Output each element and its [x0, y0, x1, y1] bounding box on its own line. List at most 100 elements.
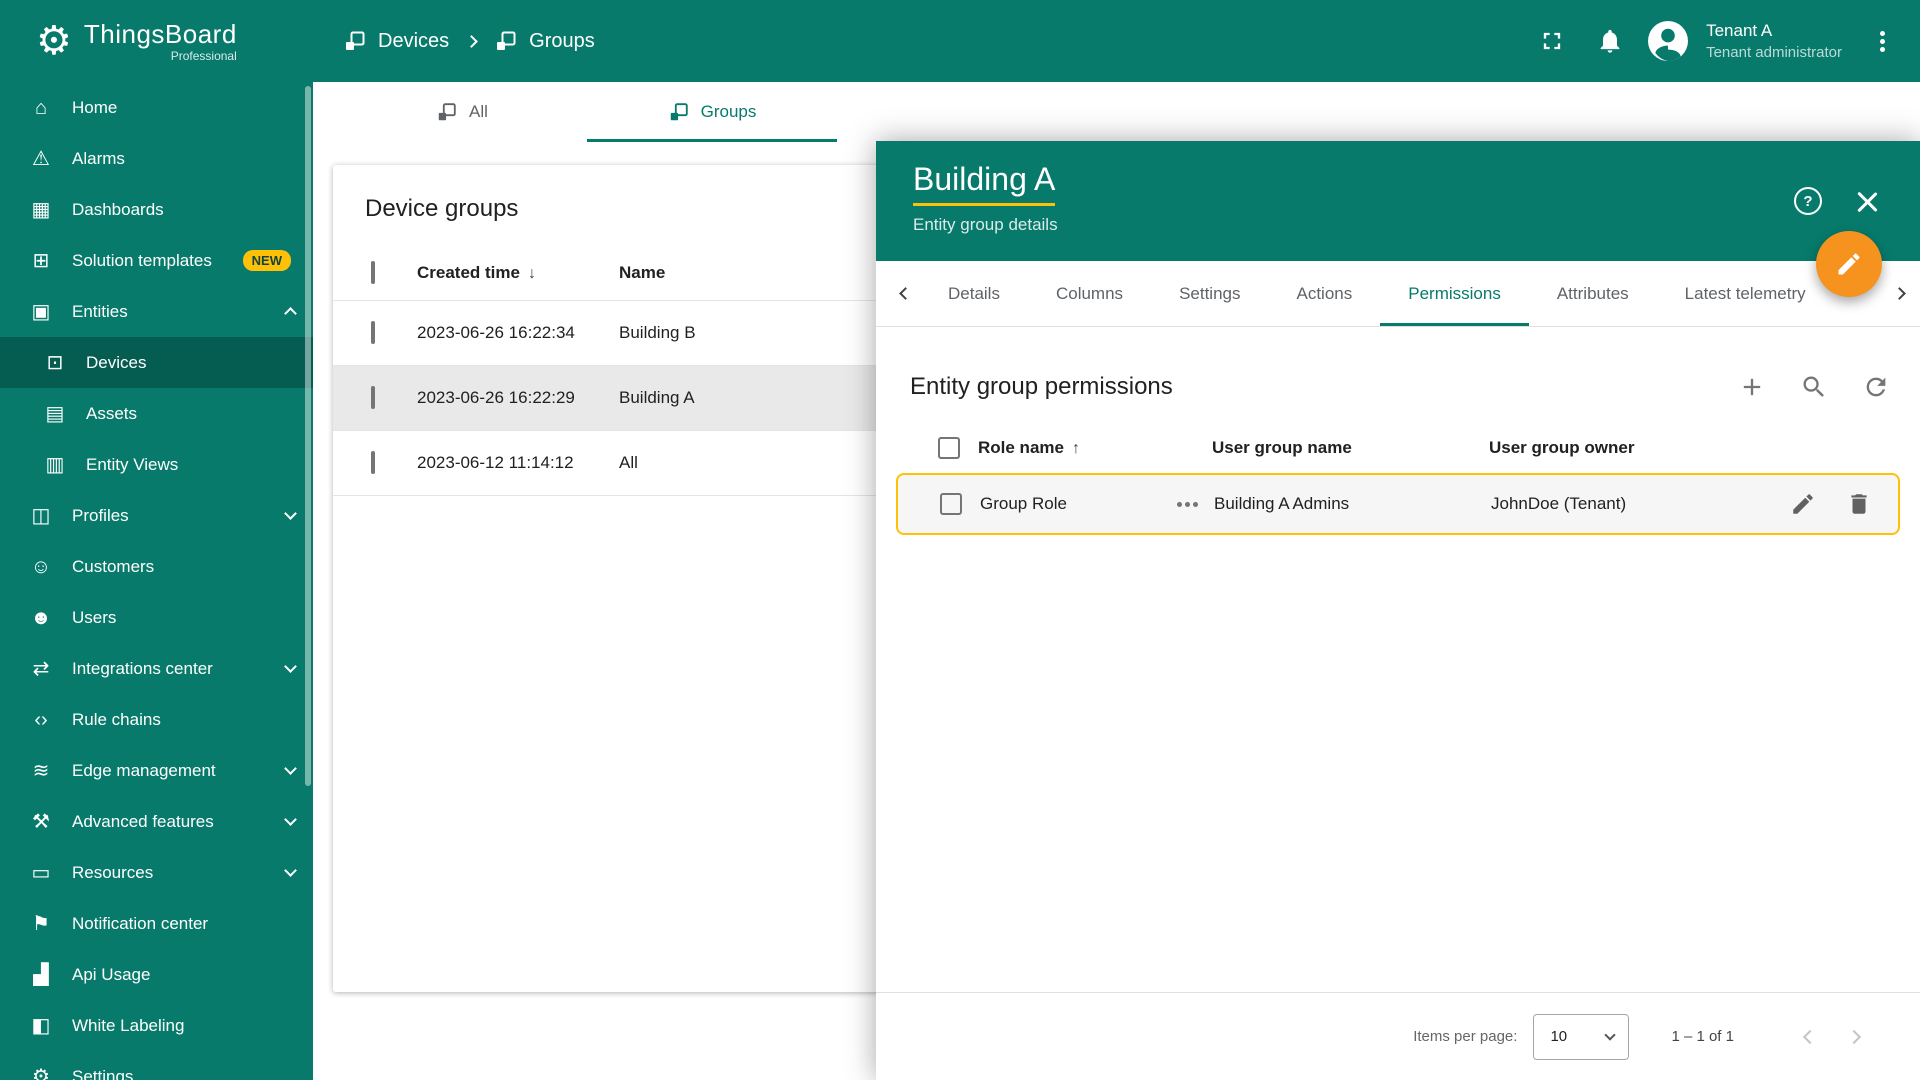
- permission-row[interactable]: Group Role Building A Admins JohnDoe (Te…: [896, 473, 1900, 535]
- sort-asc-icon: ↑: [1071, 440, 1080, 457]
- tab-settings[interactable]: Settings: [1151, 261, 1268, 326]
- thingsboard-logo-icon: ⚙: [36, 19, 72, 63]
- chevron-left-icon: [1802, 1029, 1818, 1044]
- devices-icon: ⊡: [46, 351, 64, 374]
- sidebar-item-edge-management[interactable]: ≋ Edge management: [0, 745, 313, 796]
- select-all-checkbox[interactable]: [938, 437, 960, 459]
- trash-icon: [1846, 491, 1872, 517]
- tabs-scroll-right-button[interactable]: [1884, 261, 1914, 326]
- home-icon: ⌂: [34, 96, 48, 119]
- delete-row-button[interactable]: [1846, 491, 1872, 517]
- sidebar-item-label: Integrations center: [72, 658, 213, 678]
- row-checkbox[interactable]: [371, 386, 375, 409]
- breadcrumb-devices[interactable]: Devices: [343, 29, 449, 53]
- sidebar-item-alarms[interactable]: ⚠ Alarms: [0, 133, 313, 184]
- alarms-icon: ⚠: [32, 147, 50, 170]
- row-checkbox[interactable]: [371, 321, 375, 344]
- chevron-down-icon: [284, 507, 297, 520]
- sidebar-item-solution-templates[interactable]: ⊞ Solution templates NEW: [0, 235, 313, 286]
- sidebar-item-integrations-center[interactable]: ⇄ Integrations center: [0, 643, 313, 694]
- row-checkbox[interactable]: [371, 451, 375, 474]
- sidebar-item-label: Home: [72, 97, 118, 117]
- device-group-icon: [668, 101, 690, 123]
- sidebar-item-label: Edge management: [72, 760, 216, 780]
- tenant-role: Tenant administrator: [1706, 44, 1842, 61]
- pencil-icon: [1835, 250, 1863, 278]
- select-all-checkbox[interactable]: [371, 260, 375, 284]
- tab-all[interactable]: All: [337, 82, 587, 142]
- thingsboard-logo[interactable]: ⚙ ThingsBoard Professional: [0, 0, 313, 82]
- user-avatar[interactable]: [1644, 17, 1692, 65]
- tab-columns[interactable]: Columns: [1028, 261, 1151, 326]
- sidebar-item-dashboards[interactable]: ▦ Dashboards: [0, 184, 313, 235]
- sidebar-item-label: Dashboards: [72, 199, 164, 219]
- settings-icon: ⚙: [32, 1065, 50, 1080]
- white-labeling-icon: ◧: [31, 1014, 51, 1037]
- tab-label: All: [469, 102, 488, 121]
- add-permission-button[interactable]: [1738, 373, 1766, 401]
- row-checkbox[interactable]: [940, 493, 962, 515]
- sidebar-item-label: Assets: [86, 403, 138, 423]
- fullscreen-button[interactable]: [1528, 17, 1576, 65]
- sidebar-item-rule-chains[interactable]: ‹› Rule chains: [0, 694, 313, 745]
- permissions-table-header: Role name ↑ User group name User group ow…: [896, 423, 1900, 473]
- sidebar-item-resources[interactable]: ▭ Resources: [0, 847, 313, 898]
- row-more-icon[interactable]: [1184, 501, 1190, 507]
- app-edition: Professional: [170, 49, 237, 63]
- pencil-icon: [1790, 491, 1816, 517]
- tab-groups[interactable]: Groups: [587, 82, 837, 142]
- sidebar-item-label: Settings: [72, 1066, 134, 1080]
- more-menu-button[interactable]: [1860, 17, 1904, 65]
- next-page-button[interactable]: [1832, 1015, 1876, 1059]
- sidebar-item-profiles[interactable]: ◫ Profiles: [0, 490, 313, 541]
- sidebar-item-entities[interactable]: ▣ Entities: [0, 286, 313, 337]
- sidebar-item-notification-center[interactable]: ⚑ Notification center: [0, 898, 313, 949]
- column-created-time[interactable]: Created time ↓: [417, 263, 619, 283]
- breadcrumb: Devices Groups: [343, 29, 595, 53]
- search-button[interactable]: [1800, 373, 1828, 401]
- sidebar-item-white-labeling[interactable]: ◧ White Labeling: [0, 1000, 313, 1051]
- sidebar-item-settings[interactable]: ⚙ Settings: [0, 1051, 313, 1080]
- sidebar-item-assets[interactable]: ▤ Assets: [0, 388, 313, 439]
- chevron-down-icon: [284, 762, 297, 775]
- tab-actions[interactable]: Actions: [1269, 261, 1381, 326]
- breadcrumb-groups[interactable]: Groups: [494, 29, 595, 53]
- previous-page-button[interactable]: [1788, 1015, 1832, 1059]
- profiles-icon: ◫: [31, 504, 51, 527]
- tab-latest-telemetry[interactable]: Latest telemetry: [1657, 261, 1834, 326]
- chevron-down-icon: [284, 864, 297, 877]
- breadcrumb-label: Devices: [378, 29, 450, 52]
- sidebar-item-advanced-features[interactable]: ⚒ Advanced features: [0, 796, 313, 847]
- column-user-group-owner[interactable]: User group owner: [1489, 438, 1900, 458]
- sidebar-item-api-usage[interactable]: ▟ Api Usage: [0, 949, 313, 1000]
- notifications-button[interactable]: [1586, 17, 1634, 65]
- top-bar-actions: Tenant A Tenant administrator: [1528, 17, 1904, 65]
- sidebar-scrollbar[interactable]: [305, 86, 311, 786]
- resources-icon: ▭: [31, 861, 51, 884]
- sidebar-item-home[interactable]: ⌂ Home: [0, 82, 313, 133]
- column-role-name[interactable]: Role name ↑: [978, 438, 1212, 458]
- notification-center-icon: ⚑: [32, 912, 50, 935]
- solution-templates-icon: ⊞: [32, 249, 50, 272]
- column-user-group-name[interactable]: User group name: [1212, 438, 1489, 458]
- new-badge: NEW: [242, 250, 291, 271]
- tab-permissions[interactable]: Permissions: [1380, 261, 1529, 326]
- sidebar-item-label: Alarms: [72, 148, 125, 168]
- sidebar-item-devices[interactable]: ⊡ Devices: [0, 337, 313, 388]
- sidebar-item-label: Rule chains: [72, 709, 161, 729]
- items-per-page-select[interactable]: 10: [1533, 1013, 1630, 1060]
- refresh-icon: [1862, 373, 1890, 401]
- refresh-button[interactable]: [1862, 373, 1890, 401]
- sidebar-item-entity-views[interactable]: ▥ Entity Views: [0, 439, 313, 490]
- close-icon[interactable]: [1854, 189, 1880, 215]
- tab-details[interactable]: Details: [920, 261, 1028, 326]
- tab-attributes[interactable]: Attributes: [1529, 261, 1657, 326]
- sidebar-item-users[interactable]: ☻ Users: [0, 592, 313, 643]
- help-icon[interactable]: ?: [1794, 187, 1822, 215]
- sidebar-item-customers[interactable]: ☺ Customers: [0, 541, 313, 592]
- edit-row-button[interactable]: [1790, 491, 1816, 517]
- drawer-subtitle: Entity group details: [913, 215, 1058, 234]
- tabs-scroll-left-button[interactable]: [890, 261, 920, 326]
- app-name: ThingsBoard: [83, 19, 237, 49]
- edit-fab-button[interactable]: [1816, 231, 1882, 297]
